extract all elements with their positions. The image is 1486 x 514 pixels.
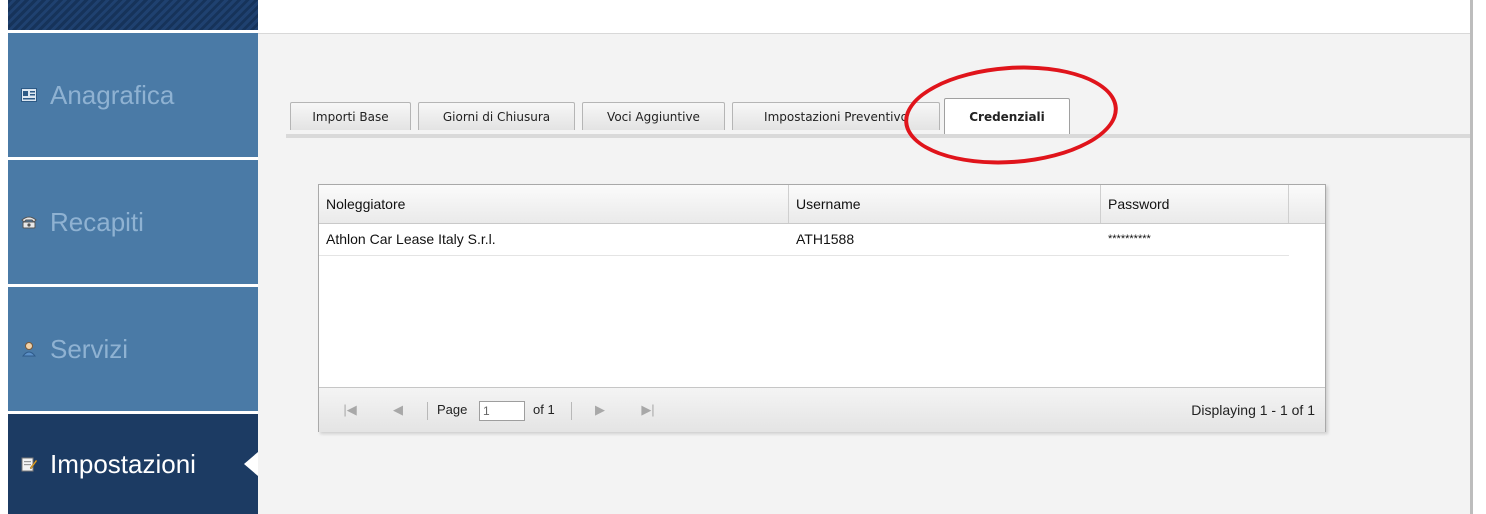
person-icon (20, 340, 38, 358)
tab-giorni-di-chiusura[interactable]: Giorni di Chiusura (418, 102, 575, 130)
tab-strip (286, 134, 1470, 138)
cell-password: ********** (1108, 233, 1151, 245)
page-number-input[interactable] (479, 401, 525, 421)
sidebar-item-impostazioni[interactable]: Impostazioni (8, 414, 258, 514)
display-count: Displaying 1 - 1 of 1 (1191, 402, 1315, 418)
tab-impostazioni-preventivo[interactable]: Impostazioni Preventivo (732, 102, 940, 130)
column-header-noleggiatore[interactable]: Noleggiatore (319, 185, 789, 223)
tab-credenziali[interactable]: Credenziali (944, 98, 1070, 134)
column-header-password[interactable]: Password (1101, 185, 1289, 223)
toolbar-separator (427, 402, 428, 420)
sidebar-item-label: Recapiti (50, 206, 144, 237)
sidebar-header-pattern (8, 0, 258, 30)
page-count-label: of 1 (533, 402, 555, 417)
tab-importi-base[interactable]: Importi Base (290, 102, 411, 130)
first-page-icon[interactable]: |◀ (341, 400, 359, 420)
paging-toolbar: |◀ ◀ Page of 1 ▶ ▶| Displaying 1 - 1 of … (319, 387, 1325, 432)
last-page-icon[interactable]: ▶| (639, 400, 657, 420)
edit-note-icon (20, 455, 38, 473)
main-top-bar (258, 0, 1470, 34)
sidebar-item-label: Anagrafica (50, 79, 175, 110)
table-row[interactable]: Athlon Car Lease Italy S.r.l. ATH1588 **… (319, 223, 1289, 256)
sidebar-item-label: Servizi (50, 333, 129, 364)
sidebar-item-servizi[interactable]: Servizi (8, 287, 258, 411)
toolbar-separator (571, 402, 572, 420)
window-right-edge (1470, 0, 1486, 514)
sidebar: Anagrafica Recapiti Servizi Impostazioni (0, 0, 258, 514)
cell-username: ATH1588 (796, 231, 855, 247)
id-card-icon (20, 86, 38, 104)
grid-header: Noleggiatore Username Password (319, 185, 1325, 224)
sidebar-item-anagrafica[interactable]: Anagrafica (8, 33, 258, 157)
prev-page-icon[interactable]: ◀ (389, 400, 407, 420)
cell-noleggiatore: Athlon Car Lease Italy S.r.l. (326, 231, 496, 247)
page-label: Page (437, 402, 468, 417)
sidebar-item-recapiti[interactable]: Recapiti (8, 160, 258, 284)
tab-voci-aggiuntive[interactable]: Voci Aggiuntive (582, 102, 725, 130)
phone-icon (20, 213, 38, 231)
next-page-icon[interactable]: ▶ (591, 400, 609, 420)
column-header-username[interactable]: Username (789, 185, 1101, 223)
sidebar-item-label: Impostazioni (50, 448, 196, 479)
credentials-grid: Noleggiatore Username Password Athlon Ca… (318, 184, 1326, 432)
